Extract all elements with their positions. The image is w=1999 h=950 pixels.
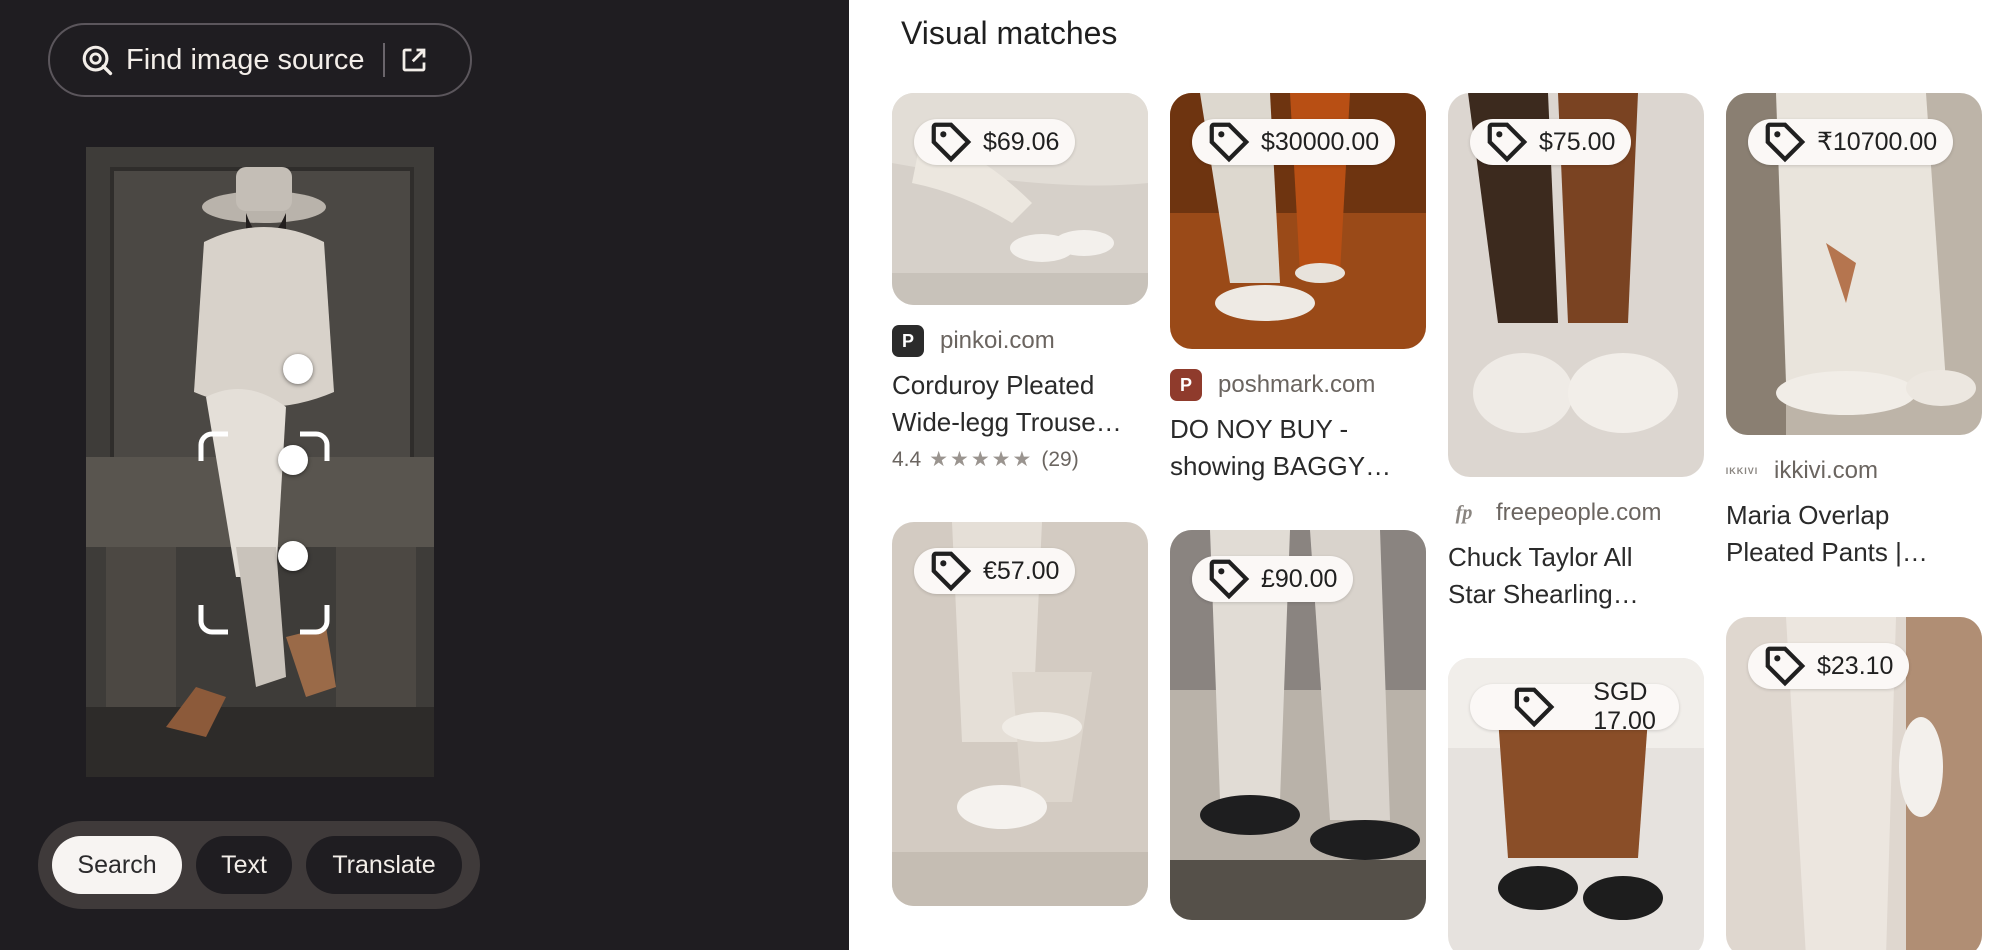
lens-preview-panel: Find image source Search Text Translate — [0, 0, 849, 950]
price-badge: ₹10700.00 — [1748, 119, 1954, 165]
result-thumbnail[interactable]: SGD 17.00 — [1448, 658, 1704, 950]
price-badge: $23.10 — [1748, 643, 1910, 689]
image-search-icon — [82, 45, 113, 76]
title-line: Maria Overlap — [1726, 500, 1890, 530]
result-title[interactable]: Maria Overlap Pleated Pants |… — [1726, 497, 1982, 571]
section-title: Visual matches — [901, 15, 1118, 51]
price-badge: $30000.00 — [1192, 119, 1396, 165]
result-title[interactable]: DO NOY BUY - showing BAGGY… — [1170, 411, 1426, 485]
result-source[interactable]: fp freepeople.com — [1448, 497, 1704, 529]
star-rating-icon: ★★★★★ — [929, 448, 1034, 471]
poshmark-favicon-icon: P — [1170, 369, 1202, 401]
price-tag-icon — [931, 122, 972, 163]
divider — [382, 43, 385, 77]
mode-translate[interactable]: Translate — [306, 836, 462, 894]
price-tag-icon — [1765, 646, 1806, 687]
mode-search[interactable]: Search — [52, 836, 182, 894]
pinkoi-favicon-icon: P — [892, 325, 924, 357]
price-tag-icon — [1487, 122, 1528, 163]
title-line: Wide-legg Trouse… — [892, 407, 1122, 437]
price-badge: $69.06 — [914, 119, 1076, 165]
title-line: Chuck Taylor All — [1448, 542, 1633, 572]
result-card[interactable]: $75.00 fp freepeople.com Chuck Taylor Al… — [1448, 93, 1704, 613]
price-tag-icon — [1765, 122, 1806, 163]
title-line: DO NOY BUY - — [1170, 414, 1349, 444]
drag-handle[interactable] — [283, 354, 313, 384]
results-panel: Visual matches $69.06 P pinkoi.com Cordu… — [849, 0, 1999, 950]
result-title[interactable]: Corduroy Pleated Wide-legg Trouse… — [892, 367, 1148, 441]
price-badge: £90.00 — [1192, 556, 1354, 602]
result-card[interactable]: £90.00 — [1170, 530, 1426, 920]
site-name: freepeople.com — [1496, 499, 1662, 526]
result-source[interactable]: IKKIVI ikkivi.com — [1726, 455, 1982, 487]
price-tag-icon — [1209, 559, 1250, 600]
rating-value: 4.4 — [892, 447, 922, 471]
price-text: $30000.00 — [1261, 127, 1380, 156]
price-text: SGD 17.00 — [1593, 678, 1656, 735]
result-thumbnail[interactable]: $23.10 — [1726, 617, 1982, 950]
price-badge: SGD 17.00 — [1470, 678, 1679, 735]
freepeople-favicon-icon: fp — [1448, 497, 1480, 529]
price-tag-icon — [1209, 122, 1250, 163]
price-text: £90.00 — [1261, 564, 1338, 593]
open-in-new-icon — [402, 48, 425, 72]
result-card[interactable]: €57.00 — [892, 522, 1148, 906]
mode-text[interactable]: Text — [196, 836, 292, 894]
result-card[interactable]: $30000.00 P poshmark.com DO NOY BUY - sh… — [1170, 93, 1426, 485]
price-text: $69.06 — [983, 127, 1060, 156]
result-source[interactable]: P poshmark.com — [1170, 369, 1426, 401]
price-badge: €57.00 — [914, 548, 1076, 594]
price-text: €57.00 — [983, 556, 1060, 585]
result-title[interactable]: Chuck Taylor All Star Shearling… — [1448, 539, 1704, 613]
ikkivi-favicon-icon: IKKIVI — [1726, 455, 1758, 487]
title-line: showing BAGGY… — [1170, 451, 1392, 481]
title-line: Pleated Pants |… — [1726, 537, 1928, 567]
price-tag-icon — [931, 551, 972, 592]
site-name: poshmark.com — [1218, 371, 1376, 398]
find-image-source-label: Find image source — [126, 43, 365, 76]
result-card[interactable]: $69.06 P pinkoi.com Corduroy Pleated Wid… — [892, 93, 1148, 472]
price-text: $23.10 — [1817, 651, 1894, 680]
price-tag-icon — [1514, 687, 1555, 728]
price-text: ₹10700.00 — [1817, 128, 1938, 156]
result-thumbnail[interactable]: €57.00 — [892, 522, 1148, 906]
find-image-source-button[interactable]: Find image source — [48, 23, 472, 97]
site-name: pinkoi.com — [940, 327, 1055, 354]
review-count: (29) — [1041, 447, 1079, 471]
result-thumbnail[interactable]: £90.00 — [1170, 530, 1426, 920]
result-thumbnail[interactable]: $69.06 — [892, 93, 1148, 305]
title-line: Star Shearling… — [1448, 579, 1639, 609]
mode-switcher: Search Text Translate — [38, 821, 480, 909]
crop-corners-icon — [198, 431, 330, 635]
rating: 4.4 ★★★★★ (29) — [892, 447, 1148, 472]
drag-handle[interactable] — [278, 445, 308, 475]
result-thumbnail[interactable]: $30000.00 — [1170, 93, 1426, 349]
site-name: ikkivi.com — [1774, 457, 1879, 484]
result-card[interactable]: $23.10 — [1726, 617, 1982, 950]
price-badge: $75.00 — [1470, 119, 1632, 165]
result-card[interactable]: ₹10700.00 IKKIVI ikkivi.com Maria Overla… — [1726, 93, 1982, 571]
result-source[interactable]: P pinkoi.com — [892, 325, 1148, 357]
result-card[interactable]: SGD 17.00 — [1448, 658, 1704, 950]
result-thumbnail[interactable]: ₹10700.00 — [1726, 93, 1982, 435]
drag-handle[interactable] — [278, 541, 308, 571]
title-line: Corduroy Pleated — [892, 370, 1095, 400]
result-thumbnail[interactable]: $75.00 — [1448, 93, 1704, 477]
price-text: $75.00 — [1539, 127, 1616, 156]
selection-region[interactable] — [198, 431, 330, 635]
